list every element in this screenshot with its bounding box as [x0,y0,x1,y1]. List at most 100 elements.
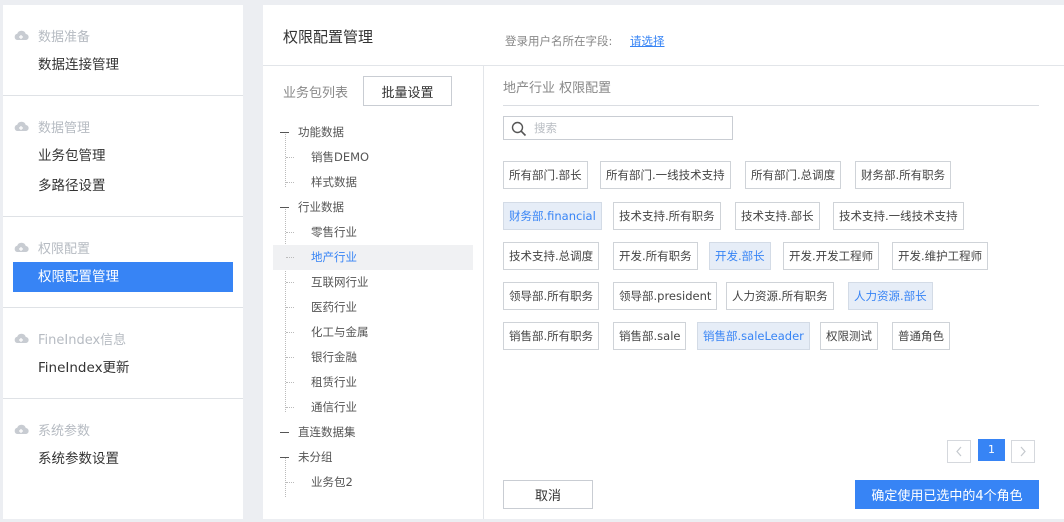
cloud-icon [13,241,29,253]
tree-connector [286,482,294,483]
config-title: 地产行业 权限配置 [503,81,612,96]
collapse-icon[interactable] [280,457,289,458]
tree-item[interactable]: 化工与金属 [311,320,369,345]
sidebar-item-permission-management[interactable]: 权限配置管理 [13,262,233,292]
role-tag[interactable]: 开发.开发工程师 [783,242,880,270]
search-icon [511,121,527,137]
tree-group-industry-data[interactable]: 行业数据 [298,195,344,220]
tree-group-direct-dataset[interactable]: 直连数据集 [298,420,356,445]
sidebar-group-title: 数据准备 [38,29,91,45]
role-tag[interactable]: 技术支持.一线技术支持 [833,202,964,230]
cloud-icon [13,332,29,344]
role-tag[interactable]: 领导部.president [613,282,718,310]
role-tag[interactable]: 所有部门.部长 [503,161,588,189]
cloud-icon [13,423,29,435]
tree-item[interactable]: 通信行业 [311,395,357,420]
chevron-left-icon [956,446,962,457]
sidebar-item-multipath-settings[interactable]: 多路径设置 [13,171,233,201]
tree-connector [286,157,294,158]
tree-connector [286,282,294,283]
sidebar-group-system-params: 系统参数 系统参数设置 [3,399,243,490]
collapse-icon[interactable] [280,432,289,433]
tree-item[interactable]: 租赁行业 [311,370,357,395]
tree-group-ungrouped[interactable]: 未分组 [298,445,333,470]
tree-item-selected[interactable]: 地产行业 [273,245,473,270]
pagination-prev-button[interactable] [947,440,971,463]
sidebar-group-data-prep: 数据准备 数据连接管理 [3,5,243,96]
sidebar-group-header: 数据准备 [13,25,90,45]
sidebar-group-title: 权限配置 [38,241,91,257]
role-tag-selected[interactable]: 财务部.financial [503,202,602,230]
tree-item[interactable]: 业务包2 [311,470,353,495]
login-field-label: 登录用户名所在字段: [505,34,613,48]
role-tag[interactable]: 财务部.所有职务 [855,161,952,189]
sidebar-item-data-connection[interactable]: 数据连接管理 [13,50,233,80]
tree-item[interactable]: 销售DEMO [311,145,369,170]
tree-connector [286,182,294,183]
collapse-icon[interactable] [280,207,289,208]
pagination-page-current[interactable]: 1 [978,439,1005,461]
page-title: 权限配置管理 [283,28,374,46]
tree-item[interactable]: 银行金融 [311,345,357,370]
confirm-roles-button[interactable]: 确定使用已选中的4个角色 [855,480,1039,509]
role-tag[interactable]: 开发.维护工程师 [892,242,989,270]
tree-connector [286,407,294,408]
tree-group-functional-data[interactable]: 功能数据 [298,120,344,145]
chevron-right-icon [1020,446,1026,457]
sidebar-item-fineindex-update[interactable]: FineIndex更新 [13,353,233,383]
sidebar-item-system-params-settings[interactable]: 系统参数设置 [13,444,233,474]
header-divider [263,65,1064,66]
sidebar-group-data-management: 数据管理 业务包管理 多路径设置 [3,96,243,217]
tree-item[interactable]: 医药行业 [311,295,357,320]
role-tag[interactable]: 所有部门.一线技术支持 [600,161,731,189]
sidebar-item-package-management[interactable]: 业务包管理 [13,141,233,171]
tree-connector [286,307,294,308]
sidebar-group-header: 数据管理 [13,116,90,136]
tree-item[interactable]: 零售行业 [311,220,357,245]
tree-connector [286,257,294,258]
sidebar-group-title: 数据管理 [38,120,91,136]
tree-guide-line [285,457,286,497]
role-tag-selected[interactable]: 人力资源.部长 [848,282,933,310]
role-tag[interactable]: 技术支持.总调度 [503,242,600,270]
role-tag[interactable]: 销售部.所有职务 [503,322,600,350]
tree-item[interactable]: 样式数据 [311,170,357,195]
role-tag[interactable]: 权限测试 [820,322,878,350]
sidebar-group-header: 系统参数 [13,419,90,439]
role-tag-selected[interactable]: 开发.部长 [709,242,771,270]
sidebar-group-permission-config: 权限配置 权限配置管理 [3,217,243,308]
tree-connector [286,382,294,383]
role-tag[interactable]: 销售部.sale [613,322,687,350]
role-tag[interactable]: 技术支持.所有职务 [613,202,721,230]
role-tag[interactable]: 开发.所有职务 [613,242,698,270]
config-title-underline [503,105,1039,106]
package-list-label: 业务包列表 [283,86,349,101]
login-field-select-link[interactable]: 请选择 [630,33,665,49]
cloud-icon [13,120,29,132]
sidebar-group-title: 系统参数 [38,423,91,439]
tree-connector [286,332,294,333]
role-tag[interactable]: 所有部门.总调度 [745,161,842,189]
role-tag-selected[interactable]: 销售部.saleLeader [697,322,810,350]
sidebar: 数据准备 数据连接管理 数据管理 业务包管理 多路径设置 权限配置 权限配置管理… [3,5,243,519]
main-panel: 权限配置管理 登录用户名所在字段: 请选择 业务包列表 批量设置 功能数据 销售… [263,5,1064,519]
sidebar-group-fineindex: FineIndex信息 FineIndex更新 [3,308,243,399]
role-tag[interactable]: 普通角色 [892,322,950,350]
panel-divider [483,66,484,519]
tree-connector [286,232,294,233]
search-input[interactable] [534,119,724,137]
role-search-box[interactable] [503,116,733,140]
sidebar-group-header: 权限配置 [13,237,90,257]
cloud-icon [13,29,29,41]
sidebar-group-header: FineIndex信息 [13,328,126,348]
role-tag[interactable]: 技术支持.部长 [735,202,820,230]
tree-item[interactable]: 互联网行业 [311,270,369,295]
tree-connector [286,357,294,358]
pagination-next-button[interactable] [1011,440,1035,463]
role-tag[interactable]: 人力资源.所有职务 [726,282,834,310]
collapse-icon[interactable] [280,132,289,133]
role-tag[interactable]: 领导部.所有职务 [503,282,600,310]
tree-guide-line [285,132,286,187]
batch-settings-button[interactable]: 批量设置 [363,76,452,106]
cancel-button[interactable]: 取消 [503,480,593,509]
